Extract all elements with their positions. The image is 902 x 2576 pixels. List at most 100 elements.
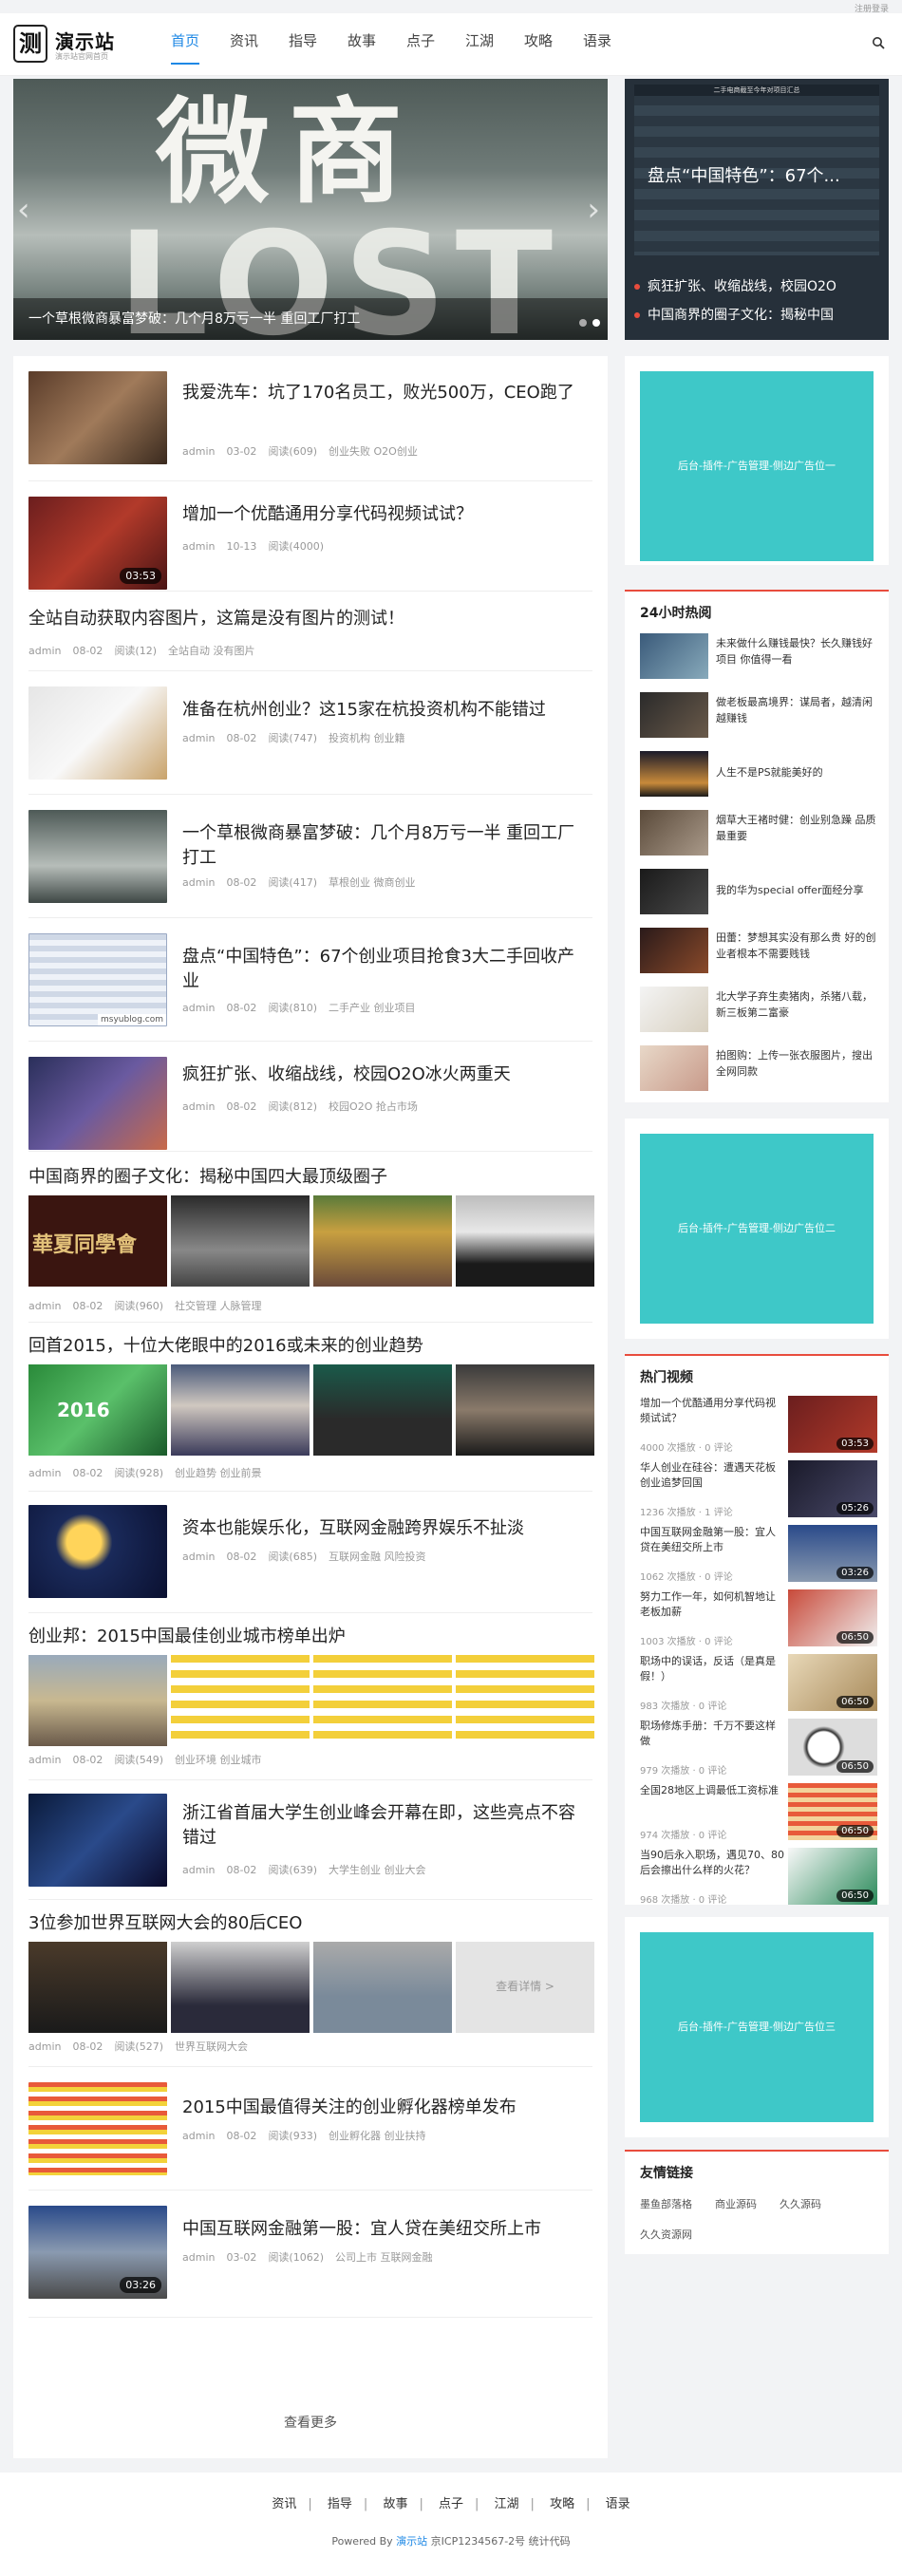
article-author[interactable]: admin: [182, 2130, 215, 2142]
article-title[interactable]: 2015中国最值得关注的创业孵化器榜单发布: [182, 2096, 591, 2120]
article-tags[interactable]: 二手产业 创业项目: [329, 1002, 416, 1014]
nav-item-strategy[interactable]: 攻略: [509, 13, 568, 76]
article-author[interactable]: admin: [28, 1754, 61, 1766]
hot-item[interactable]: 田蕾：梦想其实没有那么贵 好的创业者根本不需要贱钱: [640, 928, 877, 975]
article-thumb[interactable]: [28, 1057, 167, 1150]
article-thumb[interactable]: 03:53: [28, 497, 167, 590]
article-title[interactable]: 准备在杭州创业？这15家在杭投资机构不能错过: [182, 698, 591, 723]
article-author[interactable]: admin: [182, 1100, 215, 1113]
article-author[interactable]: admin: [182, 1002, 215, 1014]
site-logo[interactable]: 测 演示站 演示站官网首页: [13, 21, 127, 68]
video-item[interactable]: 华人创业在硅谷：遭遇天花板 创业追梦回国 1236 次播放 · 1 评论 05:26: [640, 1460, 877, 1519]
article-title[interactable]: 回首2015，十位大佬眼中的2016或未来的创业趋势: [28, 1334, 592, 1359]
nav-item-home[interactable]: 首页: [156, 13, 215, 76]
article-title[interactable]: 创业邦：2015中国最佳创业城市榜单出炉: [28, 1625, 592, 1649]
gallery-image[interactable]: [313, 1942, 452, 2033]
article-thumb[interactable]: [28, 1505, 167, 1598]
slide-caption[interactable]: 一个草根微商暴富梦破：几个月8万亏一半 重回工厂打工: [13, 298, 608, 340]
article-tags[interactable]: 互联网金融 风险投资: [329, 1551, 426, 1563]
search-icon[interactable]: [872, 36, 885, 49]
article-title[interactable]: 中国商界的圈子文化：揭秘中国四大最顶级圈子: [28, 1165, 592, 1190]
article-tags[interactable]: 创业环境 创业城市: [175, 1754, 262, 1766]
slider-next-icon[interactable]: ›: [587, 191, 600, 229]
hot-item[interactable]: 北大学子弃生卖猪肉，杀猪八载，新三板第二富豪: [640, 987, 877, 1034]
video-item[interactable]: 中国互联网金融第一股：宜人贷在美纽交所上市 1062 次播放 · 0 评论 03:2…: [640, 1525, 877, 1584]
view-details-button[interactable]: 查看详情 >: [456, 1942, 594, 2033]
article-tags[interactable]: 投资机构 创业籍: [329, 732, 405, 744]
article-thumb[interactable]: [28, 2082, 167, 2175]
footer-link[interactable]: 点子: [439, 2497, 463, 2511]
article-title[interactable]: 增加一个优酷通用分享代码视频试试？: [182, 502, 591, 527]
article-tags[interactable]: 公司上市 互联网金融: [335, 2251, 433, 2264]
video-item[interactable]: 增加一个优酷通用分享代码视频试试？ 4000 次播放 · 0 评论 03:53: [640, 1396, 877, 1455]
article-title[interactable]: 盘点“中国特色”：67个创业项目抢食3大二手回收产业: [182, 945, 591, 994]
article-thumb[interactable]: [28, 371, 167, 464]
gallery-image[interactable]: [171, 1655, 310, 1746]
side-headline[interactable]: 二手电商截至今年对项目汇总 盘点“中国特色”：67个... 疯狂扩张、收缩战线，…: [625, 79, 889, 340]
article-tags[interactable]: 全站自动 没有图片: [168, 645, 255, 657]
headline-list-item[interactable]: 中国商界的圈子文化：揭秘中国: [634, 301, 836, 329]
article-author[interactable]: admin: [182, 1551, 215, 1563]
headline-title[interactable]: 盘点“中国特色”：67个...: [648, 162, 840, 187]
article-title[interactable]: 浙江省首届大学生创业峰会开幕在即，这些亮点不容错过: [182, 1801, 591, 1851]
hot-item[interactable]: 烟草大王褚时健：创业别急躁 品质最重要: [640, 810, 877, 857]
article-author[interactable]: admin: [182, 445, 215, 458]
site-link[interactable]: 演示站: [396, 2535, 427, 2548]
article-tags[interactable]: 世界互联网大会: [175, 2040, 248, 2053]
article-author[interactable]: admin: [28, 2040, 61, 2053]
video-item[interactable]: 当90后永入职场，遇见70、80后会擦出什么样的火花？ 968 次播放 · 0 评…: [640, 1848, 877, 1907]
gallery-image[interactable]: [456, 1195, 594, 1287]
hero-slider[interactable]: 微商 LOST ‹ › 一个草根微商暴富梦破：几个月8万亏一半 重回工厂打工: [13, 79, 608, 340]
hot-item[interactable]: 拍图购：上传一张衣服图片，搜出全网同款: [640, 1045, 877, 1093]
gallery-image[interactable]: [313, 1364, 452, 1456]
video-item[interactable]: 努力工作一年，如何机智地让老板加薪 1003 次播放 · 0 评论 06:50: [640, 1589, 877, 1648]
article-title[interactable]: 资本也能娱乐化，互联网金融跨界娱乐不扯淡: [182, 1516, 591, 1541]
article-author[interactable]: admin: [28, 1467, 61, 1479]
friend-link[interactable]: 墨鱼部落格: [640, 2198, 692, 2210]
footer-link[interactable]: 资讯: [272, 2497, 296, 2511]
article-title[interactable]: 3位参加世界互联网大会的80后CEO: [28, 1911, 592, 1936]
gallery-image[interactable]: [28, 1655, 167, 1746]
nav-item-story[interactable]: 故事: [332, 13, 391, 76]
article-tags[interactable]: 创业孵化器 创业扶持: [329, 2130, 426, 2142]
article-tags[interactable]: 社交管理 人脉管理: [175, 1300, 262, 1312]
gallery-image[interactable]: [313, 1655, 452, 1746]
footer-link[interactable]: 攻略: [550, 2497, 574, 2511]
article-title[interactable]: 一个草根微商暴富梦破：几个月8万亏一半 重回工厂打工: [182, 821, 591, 871]
article-thumb[interactable]: [28, 686, 167, 780]
article-thumb[interactable]: [28, 1794, 167, 1887]
article-title[interactable]: 中国互联网金融第一股：宜人贷在美纽交所上市: [182, 2217, 591, 2242]
article-thumb[interactable]: 03:26: [28, 2206, 167, 2299]
hot-item[interactable]: 未来做什么赚钱最快？长久赚钱好项目 你值得一看: [640, 633, 877, 681]
article-author[interactable]: admin: [182, 540, 215, 553]
hot-item[interactable]: 做老板最高境界：谋局者，越清闲越赚钱: [640, 692, 877, 740]
nav-item-idea[interactable]: 点子: [391, 13, 450, 76]
footer-link[interactable]: 江湖: [495, 2497, 519, 2511]
article-thumb[interactable]: msyublog.com: [28, 933, 167, 1026]
headline-list-item[interactable]: 疯狂扩张、收缩战线，校园O2O: [634, 273, 836, 301]
video-item[interactable]: 全国28地区上调最低工资标准 974 次播放 · 0 评论 06:50: [640, 1783, 877, 1842]
slider-dot-active[interactable]: [592, 319, 600, 327]
article-tags[interactable]: 创业失败 O2O创业: [329, 445, 418, 458]
article-author[interactable]: admin: [182, 732, 215, 744]
gallery-image[interactable]: 華夏同學會: [28, 1195, 167, 1287]
gallery-image[interactable]: [28, 1942, 167, 2033]
gallery-image[interactable]: [456, 1655, 594, 1746]
gallery-image[interactable]: [171, 1195, 310, 1287]
load-more-button[interactable]: 查看更多: [13, 2413, 608, 2432]
video-item[interactable]: 职场修炼手册：千万不要这样做 979 次播放 · 0 评论 06:50: [640, 1719, 877, 1777]
footer-link[interactable]: 语录: [606, 2497, 630, 2511]
friend-link[interactable]: 久久源码: [780, 2198, 821, 2210]
nav-item-jianghu[interactable]: 江湖: [450, 13, 509, 76]
article-author[interactable]: admin: [182, 876, 215, 889]
gallery-image[interactable]: [456, 1364, 594, 1456]
nav-item-news[interactable]: 资讯: [215, 13, 273, 76]
gallery-image[interactable]: 2016: [28, 1364, 167, 1456]
footer-link[interactable]: 故事: [383, 2497, 407, 2511]
sidebar-ad-1[interactable]: 后台-插件-广告管理-侧边广告位一: [640, 371, 874, 561]
sidebar-ad-2[interactable]: 后台-插件-广告管理-侧边广告位二: [640, 1134, 874, 1324]
video-item[interactable]: 职场中的误话，反话（是真是假！） 983 次播放 · 0 评论 06:50: [640, 1654, 877, 1713]
article-tags[interactable]: 创业趋势 创业前景: [175, 1467, 262, 1479]
article-author[interactable]: admin: [182, 1864, 215, 1876]
footer-link[interactable]: 指导: [328, 2497, 352, 2511]
